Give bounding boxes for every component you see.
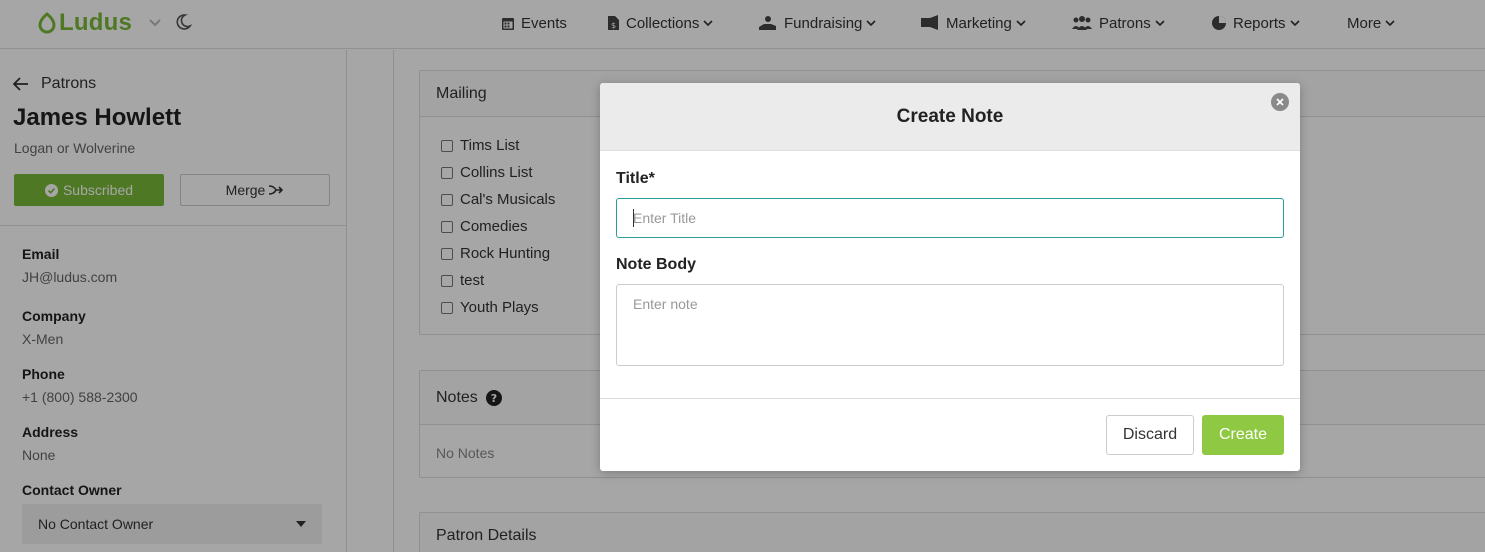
modal-header: Create Note <box>600 83 1300 151</box>
title-field-label: Title* <box>616 170 655 187</box>
text-cursor <box>633 209 634 227</box>
modal-footer: Discard Create <box>600 398 1300 471</box>
note-body-textarea[interactable] <box>616 284 1284 366</box>
modal-title: Create Note <box>896 105 1004 127</box>
create-button[interactable]: Create <box>1202 415 1284 455</box>
close-icon[interactable] <box>1271 93 1289 111</box>
discard-button[interactable]: Discard <box>1106 415 1194 455</box>
create-note-modal: Create Note Title* Note Body Discard Cre… <box>600 83 1300 471</box>
note-body-label: Note Body <box>616 256 696 273</box>
note-title-input[interactable] <box>616 198 1284 238</box>
